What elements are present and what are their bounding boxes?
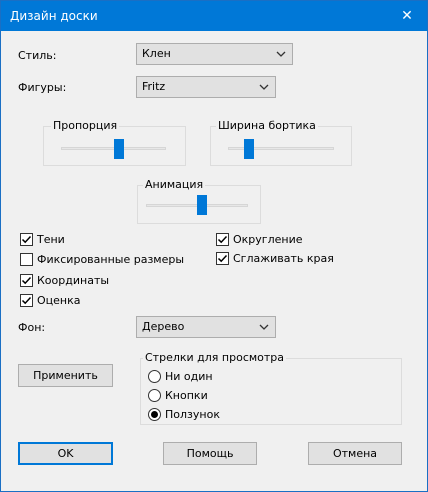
- radio-dot: [151, 411, 158, 418]
- smooth-edges-label: Сглаживать края: [233, 252, 334, 265]
- background-value: Дерево: [142, 320, 185, 333]
- arrows-none-label: Ни один: [165, 370, 213, 383]
- close-icon[interactable]: ✕: [387, 1, 427, 31]
- smooth-edges-checkbox[interactable]: [216, 252, 229, 265]
- fixed-sizes-checkbox[interactable]: [20, 253, 33, 266]
- checkmark-icon: [21, 235, 32, 244]
- rounding-label: Округление: [233, 233, 303, 246]
- arrows-group-title: Стрелки для просмотра: [143, 351, 287, 364]
- chevron-down-icon: [276, 51, 286, 57]
- shadows-checkbox[interactable]: [20, 233, 33, 246]
- ok-button[interactable]: OK: [18, 442, 113, 465]
- animation-label: Анимация: [143, 178, 206, 191]
- evaluation-checkbox[interactable]: [20, 294, 33, 307]
- border-width-label: Ширина бортика: [216, 119, 318, 132]
- arrows-buttons-label: Кнопки: [165, 389, 208, 402]
- dialog-bottom-edge: [1, 473, 427, 491]
- animation-slider-thumb[interactable]: [197, 195, 207, 215]
- shadows-label: Тени: [37, 233, 65, 246]
- board-design-dialog: Дизайн доски ✕ Стиль: Клен Фигуры: Fritz…: [0, 0, 428, 492]
- checkmark-icon: [21, 276, 32, 285]
- arrows-slider-label: Ползунок: [165, 408, 220, 421]
- coordinates-label: Координаты: [37, 274, 110, 287]
- border-width-slider-thumb[interactable]: [244, 139, 254, 159]
- coordinates-checkbox[interactable]: [20, 274, 33, 287]
- arrows-buttons-radio[interactable]: [148, 389, 161, 402]
- cancel-button[interactable]: Отмена: [308, 442, 402, 465]
- pieces-label: Фигуры:: [18, 81, 67, 94]
- style-value: Клен: [142, 47, 171, 60]
- pieces-value: Fritz: [142, 80, 166, 93]
- arrows-none-radio[interactable]: [148, 370, 161, 383]
- checkmark-icon: [217, 254, 228, 263]
- chevron-down-icon: [259, 84, 269, 90]
- chevron-down-icon: [259, 324, 269, 330]
- apply-button[interactable]: Применить: [18, 364, 113, 387]
- proportion-slider-thumb[interactable]: [114, 139, 124, 159]
- pieces-select[interactable]: Fritz: [136, 76, 276, 98]
- title-bar[interactable]: Дизайн доски ✕: [1, 1, 427, 31]
- style-label: Стиль:: [18, 49, 57, 62]
- checkmark-icon: [21, 296, 32, 305]
- checkmark-icon: [217, 235, 228, 244]
- border-width-group: [210, 126, 352, 166]
- arrows-slider-radio[interactable]: [148, 408, 161, 421]
- rounding-checkbox[interactable]: [216, 233, 229, 246]
- background-select[interactable]: Дерево: [136, 316, 276, 338]
- style-select[interactable]: Клен: [136, 43, 293, 65]
- window-title: Дизайн доски: [10, 9, 98, 23]
- proportion-label: Пропорция: [51, 119, 120, 132]
- background-label: Фон:: [18, 321, 46, 334]
- help-button[interactable]: Помощь: [163, 442, 257, 465]
- evaluation-label: Оценка: [37, 294, 81, 307]
- fixed-sizes-label: Фиксированные размеры: [37, 253, 185, 266]
